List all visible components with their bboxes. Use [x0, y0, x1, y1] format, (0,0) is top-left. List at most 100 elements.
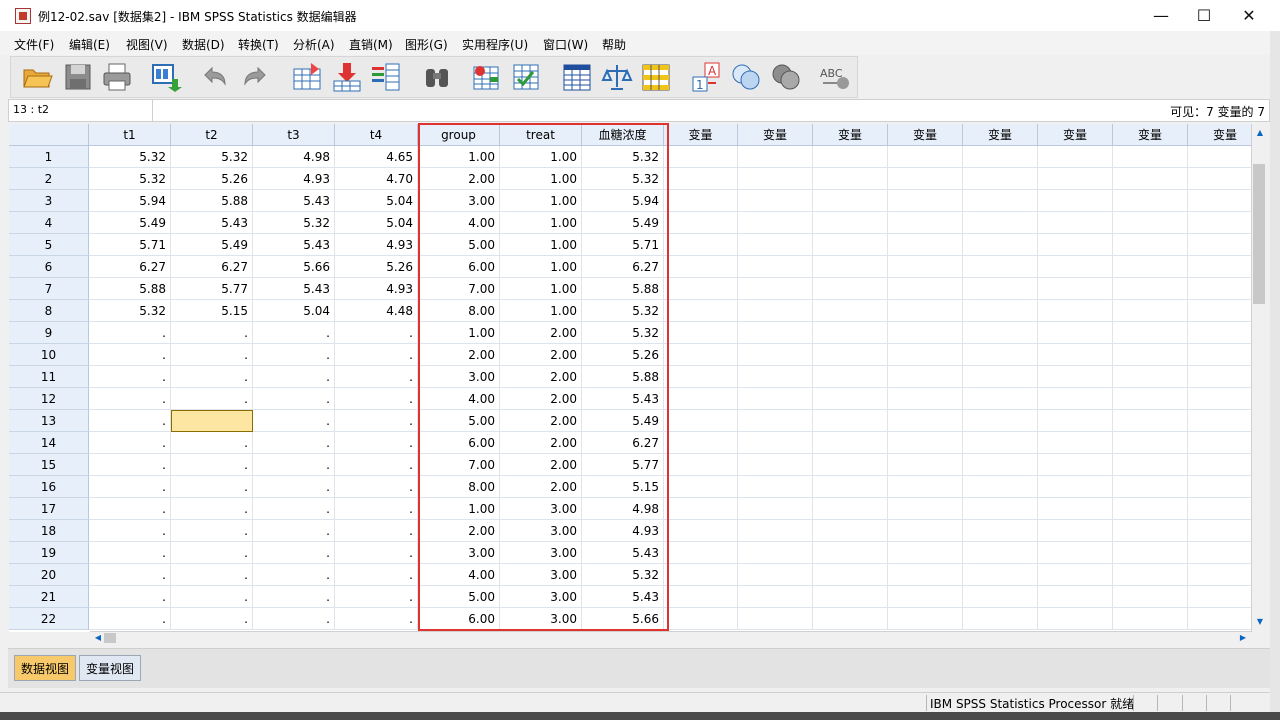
row-header[interactable]: 21	[9, 586, 89, 608]
data-cell[interactable]	[1188, 168, 1251, 190]
row-header[interactable]: 10	[9, 344, 89, 366]
data-cell[interactable]: .	[253, 520, 335, 542]
data-cell[interactable]: 8.00	[418, 476, 500, 498]
find-icon[interactable]	[421, 61, 453, 93]
data-cell[interactable]	[1113, 212, 1188, 234]
data-cell[interactable]: .	[335, 322, 418, 344]
data-cell[interactable]: 3.00	[500, 586, 582, 608]
data-cell[interactable]: .	[335, 454, 418, 476]
data-cell[interactable]	[1038, 366, 1113, 388]
data-cell[interactable]	[1188, 542, 1251, 564]
data-cell[interactable]	[888, 234, 963, 256]
column-header[interactable]: 变量	[888, 124, 963, 146]
row-header[interactable]: 15	[9, 454, 89, 476]
data-cell[interactable]	[1113, 234, 1188, 256]
data-cell[interactable]	[1188, 146, 1251, 168]
data-cell[interactable]	[1113, 564, 1188, 586]
column-header[interactable]: t1	[89, 124, 171, 146]
data-cell[interactable]: 8.00	[418, 300, 500, 322]
data-cell[interactable]	[1113, 498, 1188, 520]
data-cell[interactable]	[888, 388, 963, 410]
data-cell[interactable]: .	[171, 432, 253, 454]
data-cell[interactable]: 1.00	[500, 168, 582, 190]
data-cell[interactable]	[738, 542, 813, 564]
data-cell[interactable]	[963, 498, 1038, 520]
data-cell[interactable]	[1188, 278, 1251, 300]
data-cell[interactable]	[813, 256, 888, 278]
grid-corner[interactable]	[9, 124, 89, 146]
data-cell[interactable]	[738, 564, 813, 586]
data-cell[interactable]: .	[89, 608, 171, 630]
data-cell[interactable]: 3.00	[418, 542, 500, 564]
data-cell[interactable]: 6.27	[582, 432, 664, 454]
data-cell[interactable]: 5.43	[253, 190, 335, 212]
use-sets-icon[interactable]	[730, 61, 762, 93]
data-cell[interactable]	[1188, 234, 1251, 256]
row-header[interactable]: 6	[9, 256, 89, 278]
column-header[interactable]: 变量	[738, 124, 813, 146]
data-cell[interactable]: .	[253, 366, 335, 388]
data-cell[interactable]: 5.66	[253, 256, 335, 278]
data-cell[interactable]: .	[89, 542, 171, 564]
data-cell[interactable]: 6.00	[418, 432, 500, 454]
data-cell[interactable]: 2.00	[500, 476, 582, 498]
data-cell[interactable]	[963, 212, 1038, 234]
data-cell[interactable]	[1038, 234, 1113, 256]
data-cell[interactable]	[664, 498, 738, 520]
column-header[interactable]: 血糖浓度	[582, 124, 664, 146]
data-cell[interactable]	[664, 234, 738, 256]
data-cell[interactable]	[1113, 366, 1188, 388]
data-cell[interactable]	[664, 344, 738, 366]
data-cell[interactable]: 5.49	[582, 410, 664, 432]
data-cell[interactable]: 5.43	[253, 234, 335, 256]
menu-analyze[interactable]: 分析(A)	[293, 36, 335, 53]
data-cell[interactable]	[1113, 410, 1188, 432]
data-cell[interactable]: .	[253, 454, 335, 476]
value-labels-icon[interactable]: A1	[690, 61, 722, 93]
spell-check-icon[interactable]: ABC	[819, 61, 851, 93]
data-cell[interactable]	[738, 520, 813, 542]
data-cell[interactable]: 6.27	[171, 256, 253, 278]
data-cell[interactable]	[1113, 146, 1188, 168]
data-cell[interactable]: 5.32	[171, 146, 253, 168]
data-cell[interactable]	[738, 300, 813, 322]
data-cell[interactable]	[1038, 212, 1113, 234]
goto-case-icon[interactable]	[291, 61, 323, 93]
data-cell[interactable]	[888, 278, 963, 300]
data-cell[interactable]: 5.32	[89, 300, 171, 322]
data-cell[interactable]	[1188, 520, 1251, 542]
data-cell[interactable]	[738, 212, 813, 234]
data-cell[interactable]	[738, 608, 813, 630]
data-cell[interactable]	[813, 366, 888, 388]
data-cell[interactable]: .	[335, 586, 418, 608]
data-cell[interactable]: .	[335, 608, 418, 630]
print-icon[interactable]	[101, 61, 133, 93]
data-cell[interactable]	[1038, 564, 1113, 586]
data-cell[interactable]: 1.00	[500, 234, 582, 256]
data-cell[interactable]: 2.00	[500, 432, 582, 454]
data-cell[interactable]: .	[253, 498, 335, 520]
data-cell[interactable]: .	[171, 542, 253, 564]
data-cell[interactable]: 4.65	[335, 146, 418, 168]
column-header[interactable]: 变量	[1113, 124, 1188, 146]
data-cell[interactable]	[813, 542, 888, 564]
data-cell[interactable]	[1188, 344, 1251, 366]
data-cell[interactable]: 1.00	[500, 300, 582, 322]
data-cell[interactable]: .	[89, 586, 171, 608]
data-grid[interactable]: t1 t2 t3 t4 group treat 血糖浓度 变量 变量 变量 变量 变量 变量 变量 变量 1 5…	[9, 124, 1251, 632]
data-cell[interactable]: .	[335, 388, 418, 410]
recall-dialog-icon[interactable]	[150, 61, 182, 93]
data-cell[interactable]: .	[253, 564, 335, 586]
data-cell[interactable]	[813, 168, 888, 190]
data-cell[interactable]	[1113, 586, 1188, 608]
data-cell[interactable]	[1113, 454, 1188, 476]
data-cell[interactable]	[1188, 432, 1251, 454]
data-cell[interactable]	[888, 476, 963, 498]
data-cell[interactable]: .	[89, 454, 171, 476]
data-cell[interactable]	[963, 564, 1038, 586]
data-cell[interactable]	[1113, 168, 1188, 190]
data-cell[interactable]	[738, 146, 813, 168]
data-cell[interactable]	[664, 256, 738, 278]
save-icon[interactable]	[62, 61, 94, 93]
data-cell[interactable]: .	[171, 520, 253, 542]
